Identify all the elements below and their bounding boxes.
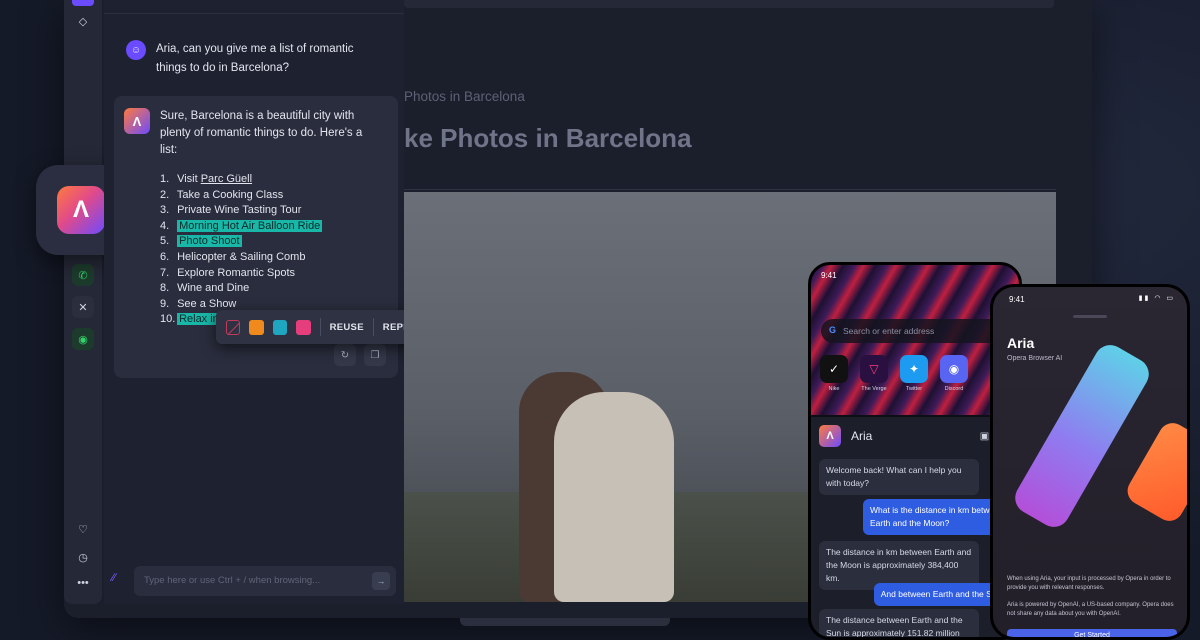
phone-aria-chat: Λ Aria ▣+ Welcome back! What can I help …	[811, 417, 1019, 637]
aria-graphic-orange	[1122, 418, 1187, 526]
speed-dial-nike[interactable]: ✓ Nike	[819, 355, 849, 392]
phone-screen: 9:41 ▮▮ ◠ ▭ Aria Opera Browser AI When u…	[993, 287, 1187, 637]
divider	[372, 318, 374, 336]
speed-dial-verge[interactable]: ▽ The Verge	[859, 355, 889, 392]
laptop-base	[460, 618, 670, 626]
list-item: 5. Photo Shoot	[160, 235, 242, 248]
divider	[319, 318, 321, 336]
search-input[interactable]: G Search or enter address	[821, 319, 1009, 343]
reuse-button[interactable]: REUSE	[330, 322, 364, 333]
pink-swatch[interactable]	[296, 319, 311, 335]
chat-bubble-in: Welcome back! What can I help you with t…	[819, 459, 979, 495]
sheet-handle[interactable]	[1073, 315, 1107, 318]
orange-swatch[interactable]	[249, 319, 264, 335]
message-actions: ↻ ❐	[334, 344, 386, 366]
list-item: 6. Helicopter & Sailing Comb	[160, 250, 306, 263]
speed-dials: ✓ Nike ▽ The Verge ✦ Twitter ◉ Discord	[819, 355, 969, 392]
discord-icon: ◉	[940, 355, 968, 383]
wallpaper: 9:41 G Search or enter address ✓ Nike ▽ Th…	[811, 265, 1019, 415]
aria-header: Λ Aria ▣+	[819, 425, 1011, 447]
couple-woman	[554, 392, 674, 602]
page-title: ke Photos in Barcelona	[404, 123, 692, 153]
chat-input[interactable]: Type here or use Ctrl + / when browsing.…	[134, 566, 396, 596]
sidebar-dot-icon[interactable]: ◇	[72, 10, 94, 32]
list-item: 4. Morning Hot Air Balloon Ride	[160, 219, 323, 232]
spotify-icon[interactable]: ◉	[72, 328, 94, 350]
openai-note: Aria is powered by OpenAI, a US-based co…	[1007, 602, 1174, 617]
status-time: 9:41	[1009, 295, 1025, 304]
aria-avatar-icon: Λ	[124, 108, 150, 134]
user-message: ☺ Aria, can you give me a list of romant…	[126, 40, 386, 78]
speed-dial-twitter[interactable]: ✦ Twitter	[899, 355, 929, 392]
address-bar[interactable]	[404, 0, 1054, 8]
aria-graphic	[1009, 339, 1155, 533]
nike-icon: ✓	[820, 355, 848, 383]
chat-input-placeholder: Type here or use Ctrl + / when browsing.…	[144, 575, 321, 586]
status-time: 9:41	[821, 271, 837, 280]
status-icons: ▮▮ ◠ ▭	[1138, 295, 1175, 302]
breadcrumb[interactable]: Photos in Barcelona	[404, 89, 525, 104]
chat-bubble-in: The distance between Earth and the Sun i…	[819, 609, 979, 637]
chat-header	[104, 0, 404, 14]
copy-icon[interactable]: ❐	[364, 344, 386, 366]
ai-intro-text: Sure, Barcelona is a beautiful city with…	[160, 110, 363, 156]
privacy-note: When using Aria, your input is processed…	[1007, 576, 1171, 591]
aria-logo-icon: Λ	[57, 186, 105, 234]
whatsapp-icon[interactable]: ✆	[72, 264, 94, 286]
user-message-text: Aria, can you give me a list of romantic…	[156, 43, 354, 74]
send-icon[interactable]: →	[372, 572, 390, 590]
parc-guell-link[interactable]: Parc Güell	[201, 173, 252, 185]
clock-icon[interactable]: ◷	[72, 546, 94, 568]
google-icon: G	[829, 325, 837, 335]
teal-swatch[interactable]	[272, 319, 288, 335]
more-icon[interactable]: •••	[72, 572, 94, 594]
list-item: 1. Visit Parc Güell	[160, 173, 253, 185]
aria-logo-icon: Λ	[819, 425, 841, 447]
twitter-icon: ✦	[900, 355, 928, 383]
compose-icon[interactable]: ∕∕	[112, 572, 116, 584]
verge-icon: ▽	[860, 355, 888, 383]
x-icon[interactable]: ✕	[72, 296, 94, 318]
highlighted-text[interactable]: Photo Shoot	[177, 235, 242, 248]
highlighted-text[interactable]: Morning Hot Air Balloon Ride	[177, 219, 323, 232]
heart-icon[interactable]: ♡	[72, 518, 94, 540]
highlighted-text[interactable]: Relax in	[177, 313, 221, 326]
aria-chat-panel: ☺ Aria, can you give me a list of romant…	[104, 0, 404, 604]
aria-title: Aria	[851, 429, 873, 443]
list-item: 8. Wine and Dine	[160, 282, 250, 295]
aria-title: Aria	[1007, 335, 1035, 351]
aria-subtitle: Opera Browser AI	[1007, 355, 1063, 362]
get-started-button[interactable]: Get Started	[1007, 629, 1177, 637]
search-placeholder: Search or enter address	[843, 326, 935, 336]
ai-list: 1. Visit Parc Güell 2. Take a Cooking Cl…	[160, 172, 323, 328]
regenerate-icon[interactable]: ↻	[334, 344, 356, 366]
divider	[404, 189, 1056, 190]
sidebar-top-button[interactable]	[72, 0, 94, 6]
list-item: 7. Explore Romantic Spots	[160, 266, 296, 279]
phone-aria-intro: 9:41 ▮▮ ◠ ▭ Aria Opera Browser AI When u…	[990, 284, 1190, 640]
user-avatar-icon: ☺	[126, 40, 146, 60]
list-item: 2. Take a Cooking Class	[160, 188, 284, 201]
list-item: 3. Private Wine Tasting Tour	[160, 204, 302, 217]
no-color-swatch[interactable]	[226, 319, 241, 335]
speed-dial-discord[interactable]: ◉ Discord	[939, 355, 969, 392]
